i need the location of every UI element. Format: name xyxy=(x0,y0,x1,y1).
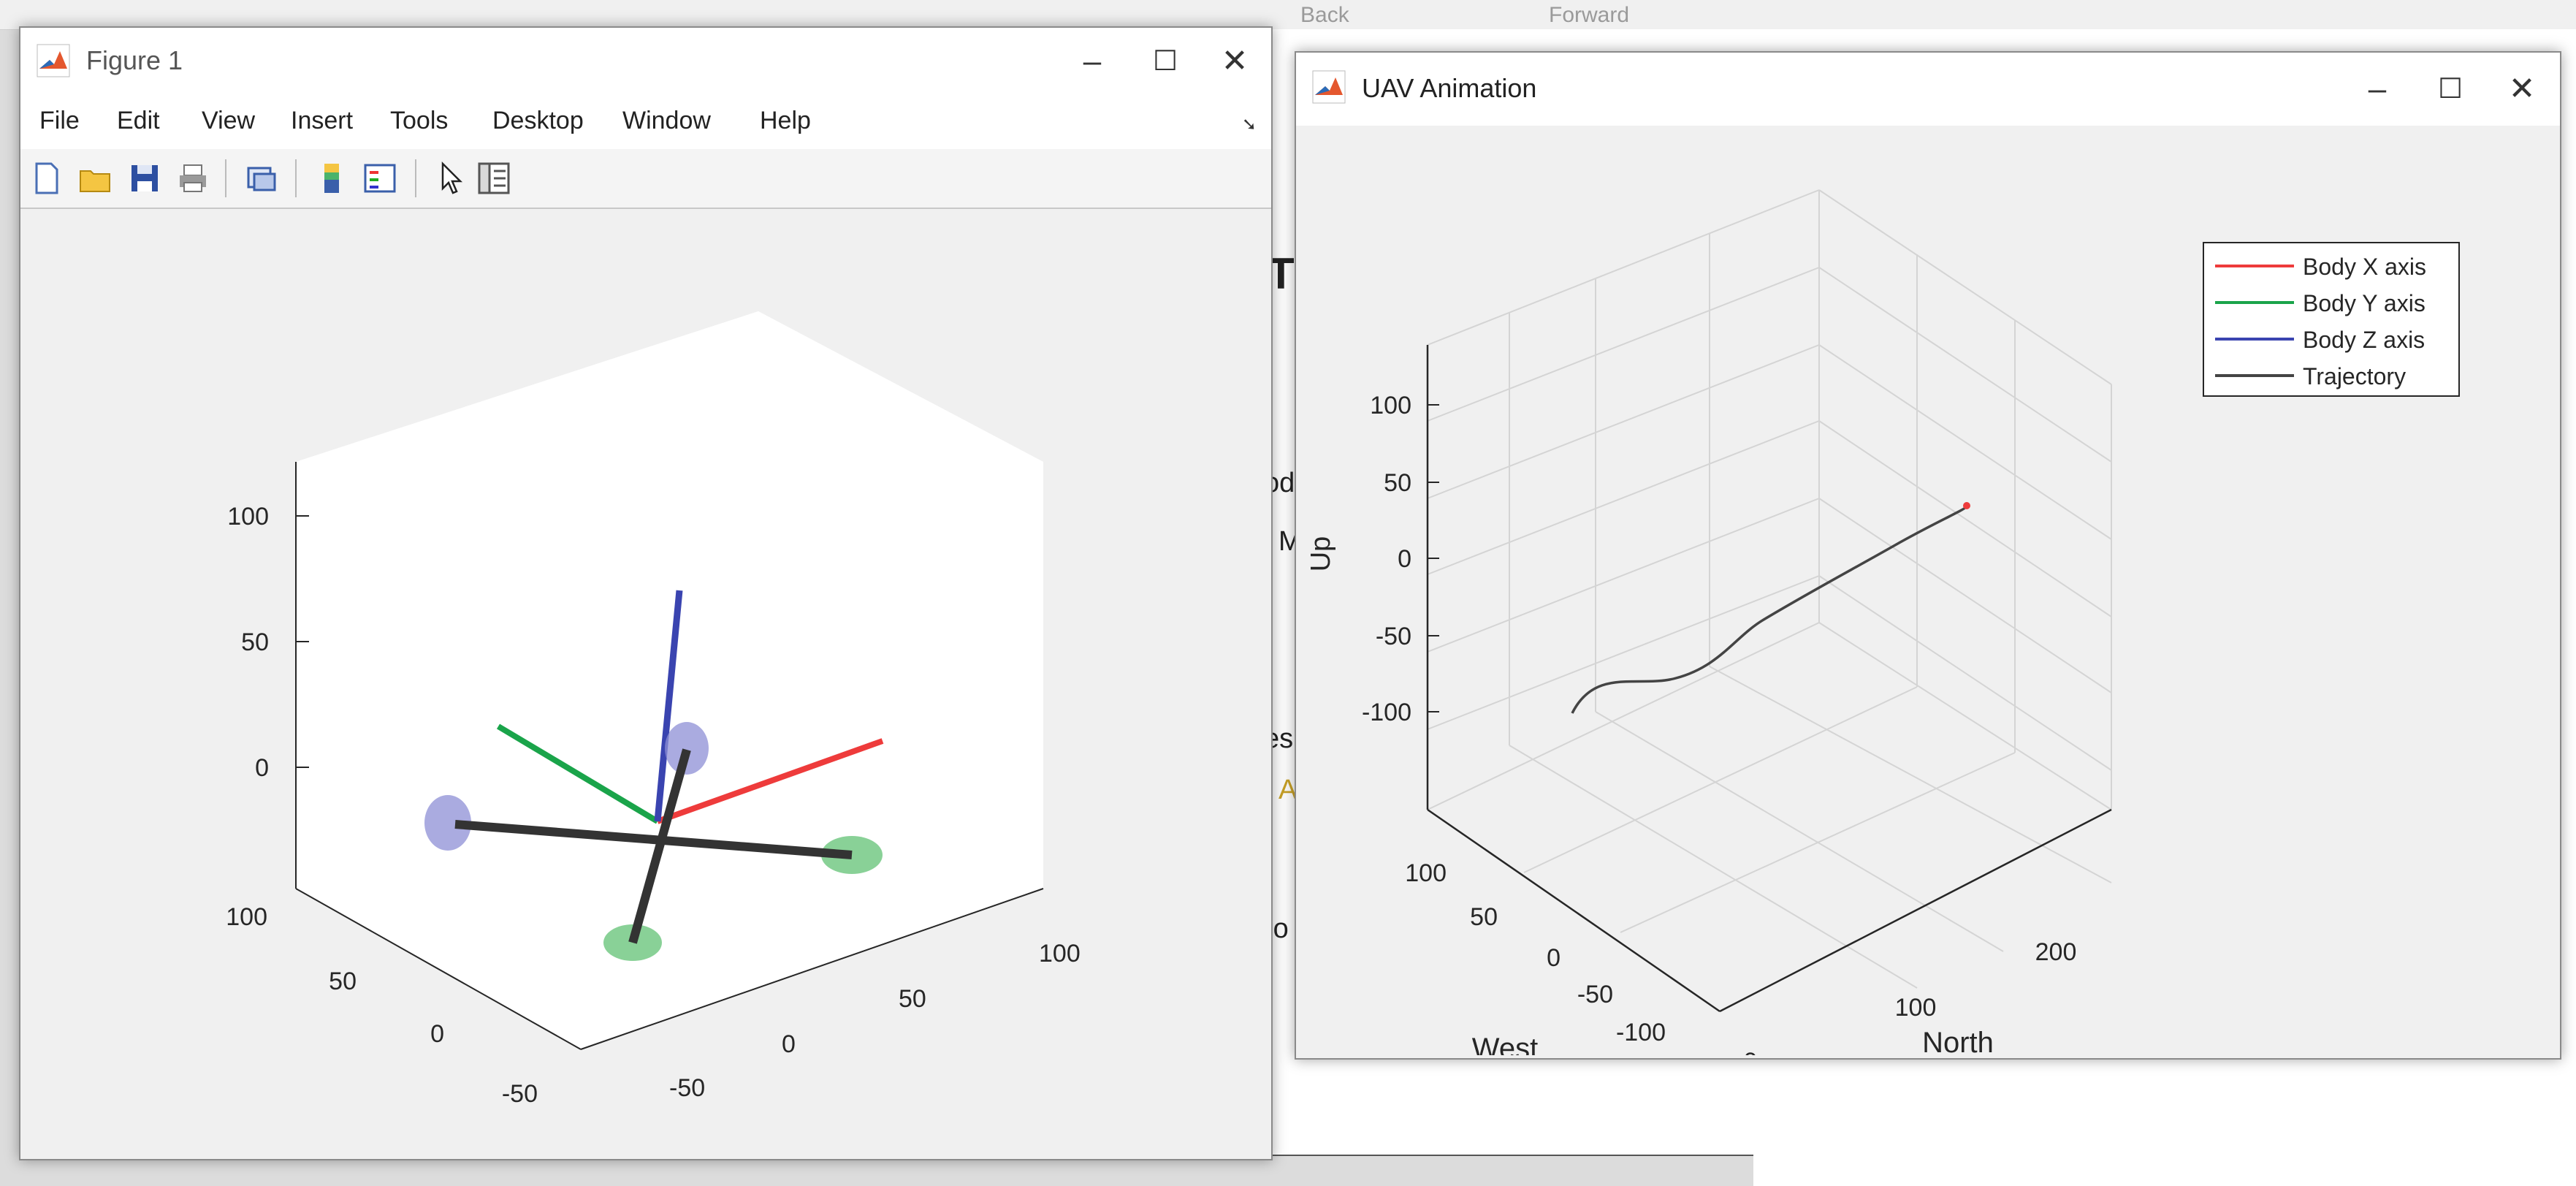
new-figure-icon[interactable] xyxy=(29,161,64,196)
dock-arrow-icon[interactable]: ➘ xyxy=(1242,114,1257,135)
minimize-button[interactable]: – xyxy=(1063,39,1121,83)
left-axis-tick-label: 0 xyxy=(430,1020,444,1048)
matlab-icon xyxy=(37,44,70,77)
close-button[interactable]: ✕ xyxy=(1205,39,1264,83)
z-tick-label: 100 xyxy=(227,503,269,531)
uav-3d-axes[interactable]: 100 50 0 -50 -100 Up 100 50 0 -50 -100 W… xyxy=(1296,126,2557,1055)
background-toolbar: Back Forward xyxy=(0,0,2576,30)
right-axis-tick-label: 50 xyxy=(899,985,926,1013)
legend-entry: Body Y axis xyxy=(2303,290,2426,316)
z-tick-label: 50 xyxy=(241,628,269,656)
legend-entry: Body Z axis xyxy=(2303,327,2425,353)
figure-toolbar xyxy=(20,149,1271,209)
maximize-button[interactable]: ☐ xyxy=(1136,39,1194,83)
figure1-3d-axes[interactable]: 100 50 0 100 50 0 -50 100 50 0 -50 xyxy=(20,209,1268,1156)
link-plot-icon[interactable] xyxy=(244,161,279,196)
figure1-titlebar: Figure 1 – ☐ ✕ xyxy=(20,28,1271,94)
left-axis-tick-label: 50 xyxy=(329,968,357,995)
north-tick-label: 200 xyxy=(2035,938,2077,966)
north-tick-label: 100 xyxy=(1895,994,1937,1022)
toolbar-separator xyxy=(295,159,297,197)
legend-icon[interactable] xyxy=(362,161,397,196)
legend-entry: Body X axis xyxy=(2303,254,2426,280)
uav-titlebar: UAV Animation – ☐ ✕ xyxy=(1296,53,2560,126)
menu-edit[interactable]: Edit xyxy=(117,107,160,135)
menu-insert[interactable]: Insert xyxy=(291,107,353,135)
window-title: Figure 1 xyxy=(86,45,183,75)
colorbar-icon[interactable] xyxy=(314,161,349,196)
minimize-button[interactable]: – xyxy=(2348,67,2407,111)
west-tick-label: -50 xyxy=(1577,981,1613,1008)
open-folder-icon[interactable] xyxy=(77,161,113,196)
window-title: UAV Animation xyxy=(1362,73,1537,103)
back-button[interactable]: Back xyxy=(1300,3,1349,28)
up-axis-label: Up xyxy=(1306,536,1336,572)
figure1-window: Figure 1 – ☐ ✕ File Edit View Insert Too… xyxy=(19,26,1273,1160)
north-tick-label: 0 xyxy=(1744,1048,1758,1055)
rotor-disk xyxy=(665,722,709,775)
z-tick-label: 0 xyxy=(255,754,269,782)
property-inspector-icon[interactable] xyxy=(476,161,511,196)
up-tick-label: 50 xyxy=(1384,469,1411,497)
right-axis-tick-label: 100 xyxy=(1039,940,1081,968)
right-axis-tick-label: -50 xyxy=(669,1074,705,1102)
menu-window[interactable]: Window xyxy=(622,107,711,135)
menu-file[interactable]: File xyxy=(39,107,80,135)
toolbar-separator xyxy=(225,159,226,197)
west-tick-label: -100 xyxy=(1616,1019,1666,1046)
uav-position-marker xyxy=(1963,502,1970,509)
toolbar-separator xyxy=(415,159,416,197)
left-axis-tick-label: 100 xyxy=(226,903,267,931)
close-button[interactable]: ✕ xyxy=(2493,67,2551,111)
uav-animation-window: UAV Animation – ☐ ✕ 100 50 0 -50 -100 Up… xyxy=(1295,51,2561,1060)
up-tick-label: -100 xyxy=(1362,699,1411,726)
edit-plot-cursor-icon[interactable] xyxy=(432,161,468,196)
west-tick-label: 0 xyxy=(1547,944,1561,972)
menu-tools[interactable]: Tools xyxy=(390,107,448,135)
up-tick-label: 100 xyxy=(1370,392,1411,419)
maximize-button[interactable]: ☐ xyxy=(2421,67,2480,111)
save-icon[interactable] xyxy=(127,161,162,196)
up-tick-label: 0 xyxy=(1398,545,1411,573)
legend-entry: Trajectory xyxy=(2303,363,2406,389)
left-axis-tick-label: -50 xyxy=(502,1080,538,1108)
menu-view[interactable]: View xyxy=(202,107,255,135)
matlab-icon xyxy=(1312,70,1346,104)
west-tick-label: 100 xyxy=(1405,859,1447,887)
right-axis-tick-label: 0 xyxy=(782,1030,796,1058)
legend: Body X axis Body Y axis Body Z axis Traj… xyxy=(2203,242,2460,397)
menu-help[interactable]: Help xyxy=(760,107,811,135)
forward-button[interactable]: Forward xyxy=(1549,3,1629,28)
west-tick-label: 50 xyxy=(1470,903,1498,931)
print-icon[interactable] xyxy=(175,161,210,196)
menu-bar: File Edit View Insert Tools Desktop Wind… xyxy=(20,94,1271,150)
up-tick-label: -50 xyxy=(1376,623,1411,650)
north-axis-label: North xyxy=(1922,1027,1994,1055)
west-axis-label: West xyxy=(1472,1033,1538,1055)
menu-desktop[interactable]: Desktop xyxy=(492,107,584,135)
